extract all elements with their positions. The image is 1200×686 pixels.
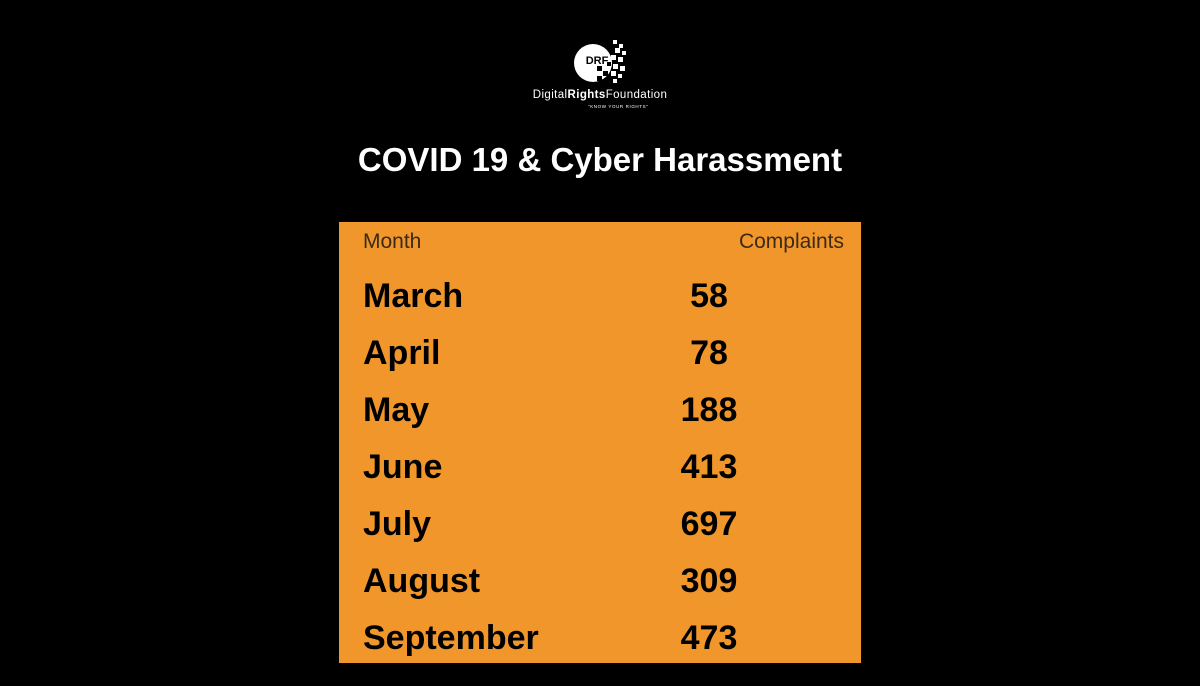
- column-header-complaints: Complaints: [738, 230, 844, 253]
- month-cell: May: [363, 391, 430, 429]
- organization-tagline: "KNOW YOUR RIGHTS": [588, 104, 649, 109]
- table-row: August 309: [339, 562, 861, 612]
- month-cell: March: [363, 277, 464, 315]
- table-row: April 78: [339, 334, 861, 384]
- complaints-cell: 473: [680, 619, 738, 657]
- month-cell: July: [363, 505, 432, 543]
- organization-name: DigitalRightsFoundation: [0, 89, 1200, 101]
- complaints-table: Month Complaints March 58 April 78 May 1…: [339, 222, 861, 663]
- complaints-cell: 413: [680, 448, 738, 486]
- complaints-cell: 78: [690, 334, 728, 372]
- organization-name-part1: Digital: [532, 89, 568, 101]
- complaints-cell: 188: [680, 391, 738, 429]
- month-cell: August: [363, 562, 481, 600]
- month-cell: September: [363, 619, 539, 657]
- table-row: September 473: [339, 619, 861, 669]
- complaints-cell: 58: [690, 277, 728, 315]
- page-title: COVID 19 & Cyber Harassment: [357, 141, 843, 178]
- table-row: June 413: [339, 448, 861, 498]
- table-row: July 697: [339, 505, 861, 555]
- table-row: May 188: [339, 391, 861, 441]
- month-cell: April: [363, 334, 441, 372]
- column-header-month: Month: [363, 230, 422, 253]
- logo: DRF DigitalRightsFoundation "KNOW YOUR R…: [0, 38, 1200, 118]
- complaints-cell: 309: [680, 562, 738, 600]
- organization-name-part2: Rights: [567, 89, 606, 101]
- month-cell: June: [363, 448, 443, 486]
- organization-name-part3: Foundation: [605, 89, 668, 101]
- drf-logo-mark: DRF: [574, 40, 626, 83]
- complaints-cell: 697: [680, 505, 738, 543]
- logo-mark-text: DRF: [586, 55, 609, 67]
- table-row: March 58: [339, 277, 861, 327]
